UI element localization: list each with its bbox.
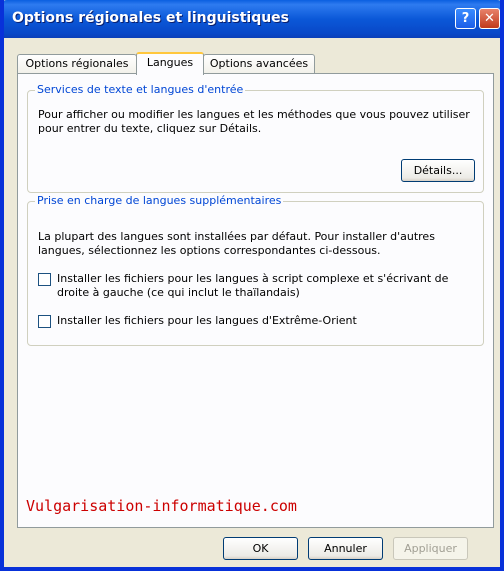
east-asian-checkbox[interactable] <box>38 315 51 328</box>
east-asian-label[interactable]: Installer les fichiers pour les langues … <box>57 314 357 328</box>
additional-languages-description-line2: langues, sélectionnez les options corres… <box>38 244 381 257</box>
complex-script-label-line1: Installer les fichiers pour les langues … <box>57 272 449 285</box>
text-services-description-line1: Pour afficher ou modifier les langues et… <box>38 108 470 121</box>
title-bar[interactable]: Options régionales et linguistiques ? ✕ <box>4 0 500 38</box>
tab-langues[interactable]: Langues <box>136 52 204 75</box>
complex-script-label-line2: droite à gauche (ce qui inclut le thaïla… <box>57 286 300 299</box>
additional-languages-group-title: Prise en charge de langues supplémentair… <box>35 194 284 207</box>
tab-panel-langues: Services de texte et langues d'entrée Po… <box>17 73 494 528</box>
additional-languages-description-line1: La plupart des langues sont installées p… <box>38 230 435 243</box>
window-title: Options régionales et linguistiques <box>12 10 290 26</box>
text-services-group: Services de texte et langues d'entrée Po… <box>27 83 484 193</box>
ok-button[interactable]: OK <box>223 537 298 560</box>
additional-languages-group: Prise en charge de langues supplémentair… <box>27 194 484 346</box>
watermark-text: Vulgarisation-informatique.com <box>26 497 297 515</box>
complex-script-option[interactable]: Installer les fichiers pour les langues … <box>38 272 448 300</box>
text-services-description-line2: pour entrer du texte, cliquez sur Détail… <box>38 122 262 135</box>
complex-script-label[interactable]: Installer les fichiers pour les langues … <box>57 272 448 300</box>
details-button[interactable]: Détails... <box>401 159 475 182</box>
dialog-window: Options régionales et linguistiques ? ✕ … <box>0 0 504 571</box>
complex-script-checkbox[interactable] <box>38 273 51 286</box>
close-button[interactable]: ✕ <box>479 8 500 29</box>
text-services-group-title: Services de texte et langues d'entrée <box>35 83 246 96</box>
east-asian-option[interactable]: Installer les fichiers pour les langues … <box>38 314 357 328</box>
cancel-button[interactable]: Annuler <box>308 537 383 560</box>
tab-options-avancees[interactable]: Options avancées <box>203 54 315 73</box>
help-button[interactable]: ? <box>455 8 476 29</box>
tab-options-regionales[interactable]: Options régionales <box>17 54 137 73</box>
close-icon: ✕ <box>484 11 495 26</box>
question-icon: ? <box>461 11 470 26</box>
apply-button[interactable]: Appliquer <box>393 537 468 560</box>
